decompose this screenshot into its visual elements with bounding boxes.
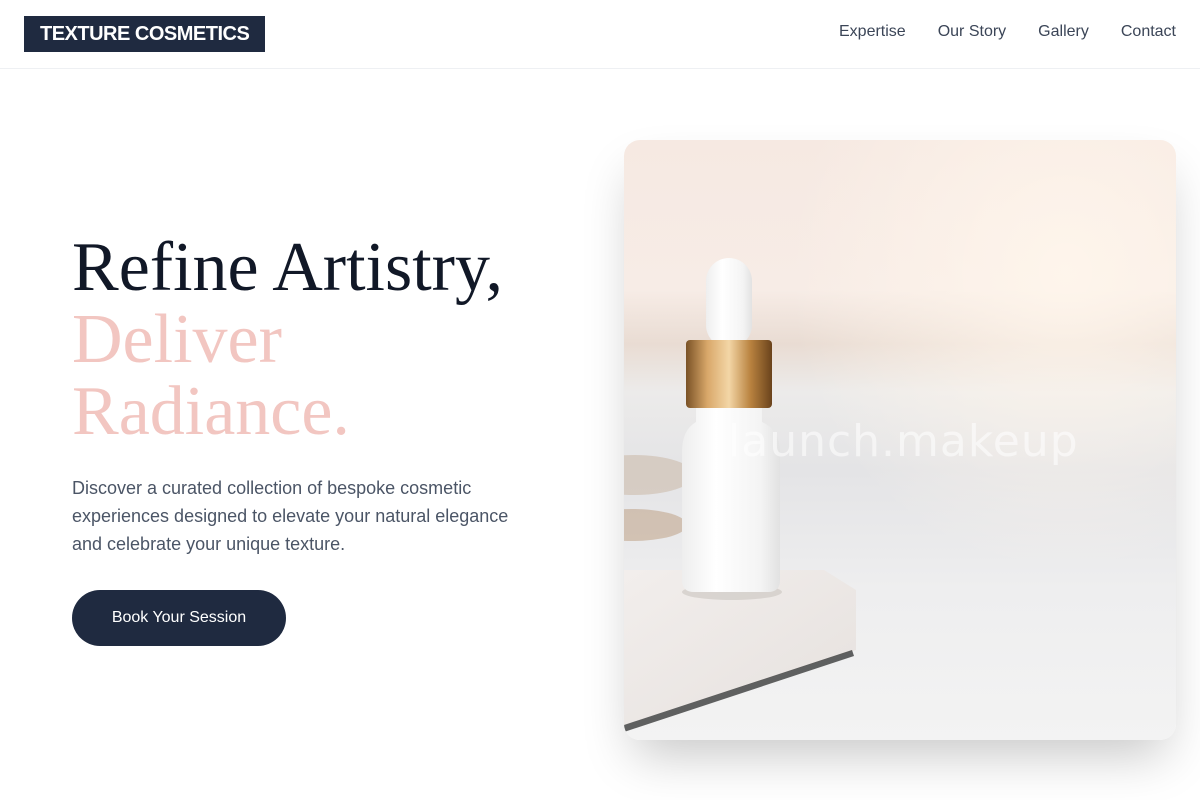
nav-item-gallery[interactable]: Gallery xyxy=(1038,22,1089,42)
main-nav: Expertise Our Story Gallery Contact xyxy=(839,22,1176,42)
hero-title: Refine Artistry, Deliver Radiance. xyxy=(72,232,592,448)
hero-title-line-2: Deliver xyxy=(72,301,282,378)
logo[interactable]: TEXTURE COSMETICS xyxy=(24,16,266,52)
image-watermark: launch.makeup xyxy=(728,416,1079,467)
hero-image: launch.makeup xyxy=(624,140,1176,740)
nav-item-our-story[interactable]: Our Story xyxy=(938,22,1006,42)
hero-description: Discover a curated collection of bespoke… xyxy=(72,478,509,554)
site-header: TEXTURE COSMETICS Expertise Our Story Ga… xyxy=(0,0,1200,69)
hero-title-line-1: Refine Artistry, xyxy=(72,229,503,306)
book-session-button[interactable]: Book Your Session xyxy=(72,590,286,646)
nav-item-expertise[interactable]: Expertise xyxy=(839,22,906,42)
hero-title-line-3: Radiance. xyxy=(72,373,350,450)
nav-item-contact[interactable]: Contact xyxy=(1121,22,1176,42)
